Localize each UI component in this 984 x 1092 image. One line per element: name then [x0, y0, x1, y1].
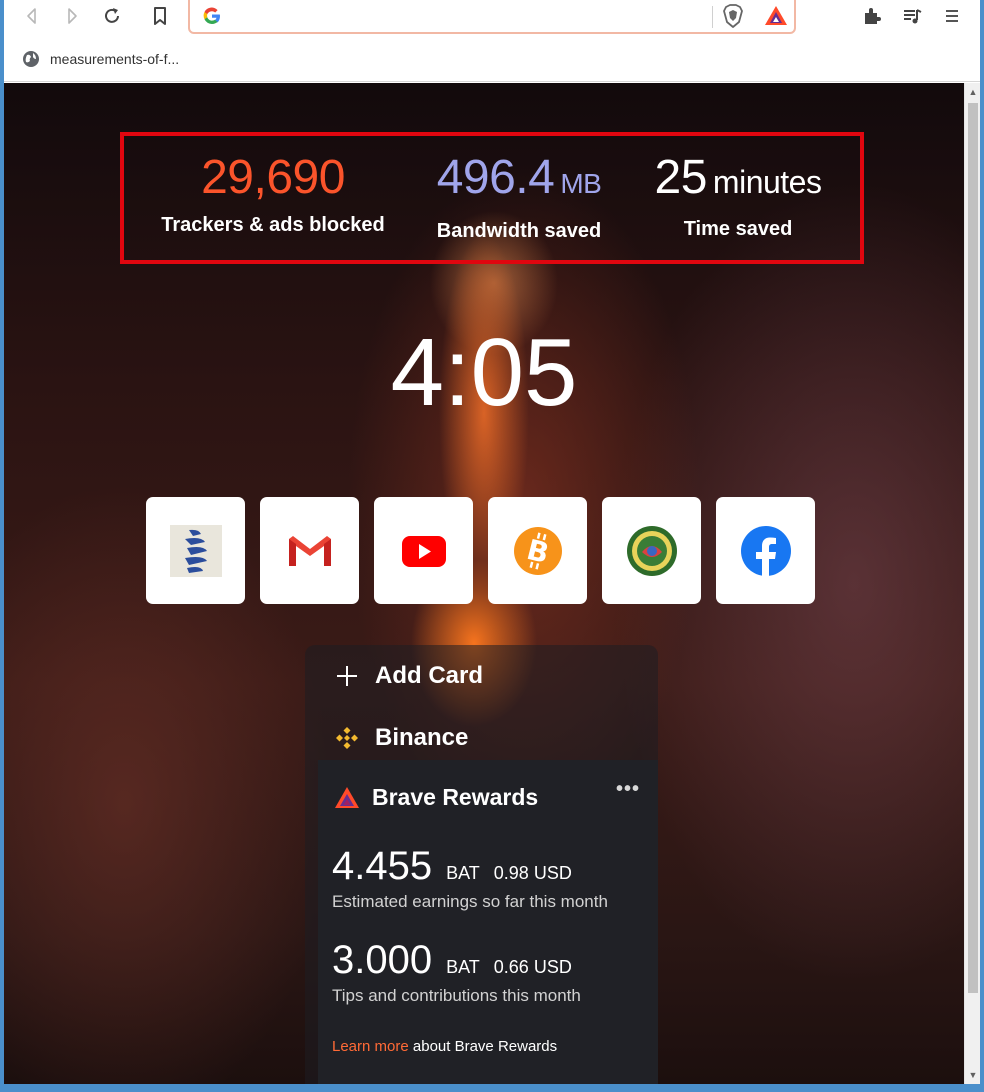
add-card-label: Add Card: [375, 662, 483, 689]
forward-icon[interactable]: [58, 2, 86, 30]
top-sites: B: [146, 497, 815, 604]
top-site-tile[interactable]: [602, 497, 701, 604]
bookmark-item[interactable]: measurements-of-f...: [22, 48, 179, 70]
bandwidth-stat: 496.4 MB Bandwidth saved: [426, 146, 612, 243]
back-icon[interactable]: [18, 2, 46, 30]
browser-toolbar: [4, 0, 980, 36]
new-tab-page: 29,690 Trackers & ads blocked 496.4 MB Ba…: [4, 83, 964, 1084]
earnings-usd: 0.98 USD: [493, 863, 572, 883]
brave-shield-icon[interactable]: [722, 4, 744, 28]
top-site-tile[interactable]: [716, 497, 815, 604]
time-stat: 25 minutes Time saved: [640, 146, 836, 241]
trackers-stat: 29,690 Trackers & ads blocked: [150, 146, 396, 237]
learn-more-row: Learn more about Brave Rewards: [332, 1038, 557, 1055]
tips-row: 3.000 BAT 0.66 USD: [332, 938, 572, 983]
top-site-tile[interactable]: [374, 497, 473, 604]
rewards-title: Brave Rewards: [372, 784, 539, 810]
bat-logo-icon: [335, 786, 359, 808]
earnings-description: Estimated earnings so far this month: [332, 892, 608, 911]
earnings-row: 4.455 BAT 0.98 USD: [332, 844, 572, 889]
top-site-tile[interactable]: B: [488, 497, 587, 604]
widget-stack: Add Card Binance Brave Rewards ••• 4.455…: [305, 645, 658, 1084]
time-value: 25: [654, 151, 708, 204]
browser-window: measurements-of-f... 29,690 Trackers & a…: [4, 0, 980, 1084]
bookmark-icon[interactable]: [146, 2, 174, 30]
clock: 4:05: [390, 319, 578, 426]
top-site-tile[interactable]: [260, 497, 359, 604]
more-options-icon[interactable]: •••: [616, 778, 640, 801]
gmail-icon: [288, 535, 331, 566]
bandwidth-value: 496.4: [436, 151, 555, 204]
top-site-tile[interactable]: [146, 497, 245, 604]
trackers-label: Trackers & ads blocked: [161, 214, 385, 236]
bandwidth-label: Bandwidth saved: [436, 220, 602, 242]
stats-highlight-box: 29,690 Trackers & ads blocked 496.4 MB Ba…: [120, 132, 864, 264]
time-label: Time saved: [683, 218, 793, 240]
rewards-header: Brave Rewards: [334, 784, 538, 811]
tips-usd: 0.66 USD: [493, 957, 572, 977]
earnings-amount: 4.455: [332, 844, 433, 888]
bookmarks-bar: measurements-of-f...: [4, 36, 980, 82]
trackers-value: 29,690: [201, 151, 345, 204]
address-bar[interactable]: [188, 0, 796, 34]
omnibox-divider: [712, 6, 713, 28]
menu-icon[interactable]: [938, 2, 966, 30]
tips-unit: BAT: [446, 957, 480, 977]
tips-amount: 3.000: [332, 938, 433, 982]
extensions-icon[interactable]: [858, 2, 886, 30]
scrollbar-thumb[interactable]: [968, 103, 978, 993]
window-border-right: [980, 0, 984, 1092]
facebook-icon: [740, 525, 791, 576]
earnings-unit: BAT: [446, 863, 480, 883]
vertical-scrollbar[interactable]: ▲ ▼: [964, 83, 980, 1084]
striped-logo-icon: [169, 524, 222, 577]
bandwidth-unit: MB: [560, 168, 602, 199]
brave-rewards-icon[interactable]: [764, 4, 788, 28]
youtube-icon: [401, 535, 446, 567]
seal-icon: [626, 525, 677, 576]
google-icon: [203, 7, 220, 25]
playlist-icon[interactable]: [898, 2, 926, 30]
tips-description: Tips and contributions this month: [332, 986, 581, 1005]
reload-icon[interactable]: [98, 2, 126, 30]
bookmark-label: measurements-of-f...: [50, 51, 180, 67]
add-card-button[interactable]: Add Card: [305, 645, 658, 707]
time-unit: minutes: [712, 164, 822, 200]
brave-rewards-card: Brave Rewards ••• 4.455 BAT 0.98 USD Est…: [318, 760, 658, 1084]
globe-icon: [23, 51, 39, 67]
learn-more-link[interactable]: Learn more: [332, 1038, 409, 1055]
binance-icon: [333, 724, 361, 752]
scroll-down-icon[interactable]: ▼: [965, 1066, 980, 1084]
bitcoin-icon: B: [513, 526, 562, 575]
plus-icon: [333, 662, 361, 690]
window-border-bottom: [0, 1084, 984, 1092]
scroll-up-icon[interactable]: ▲: [965, 83, 980, 101]
learn-more-text: about Brave Rewards: [412, 1038, 558, 1055]
binance-label: Binance: [375, 724, 469, 751]
window-border-left: [0, 0, 4, 1092]
